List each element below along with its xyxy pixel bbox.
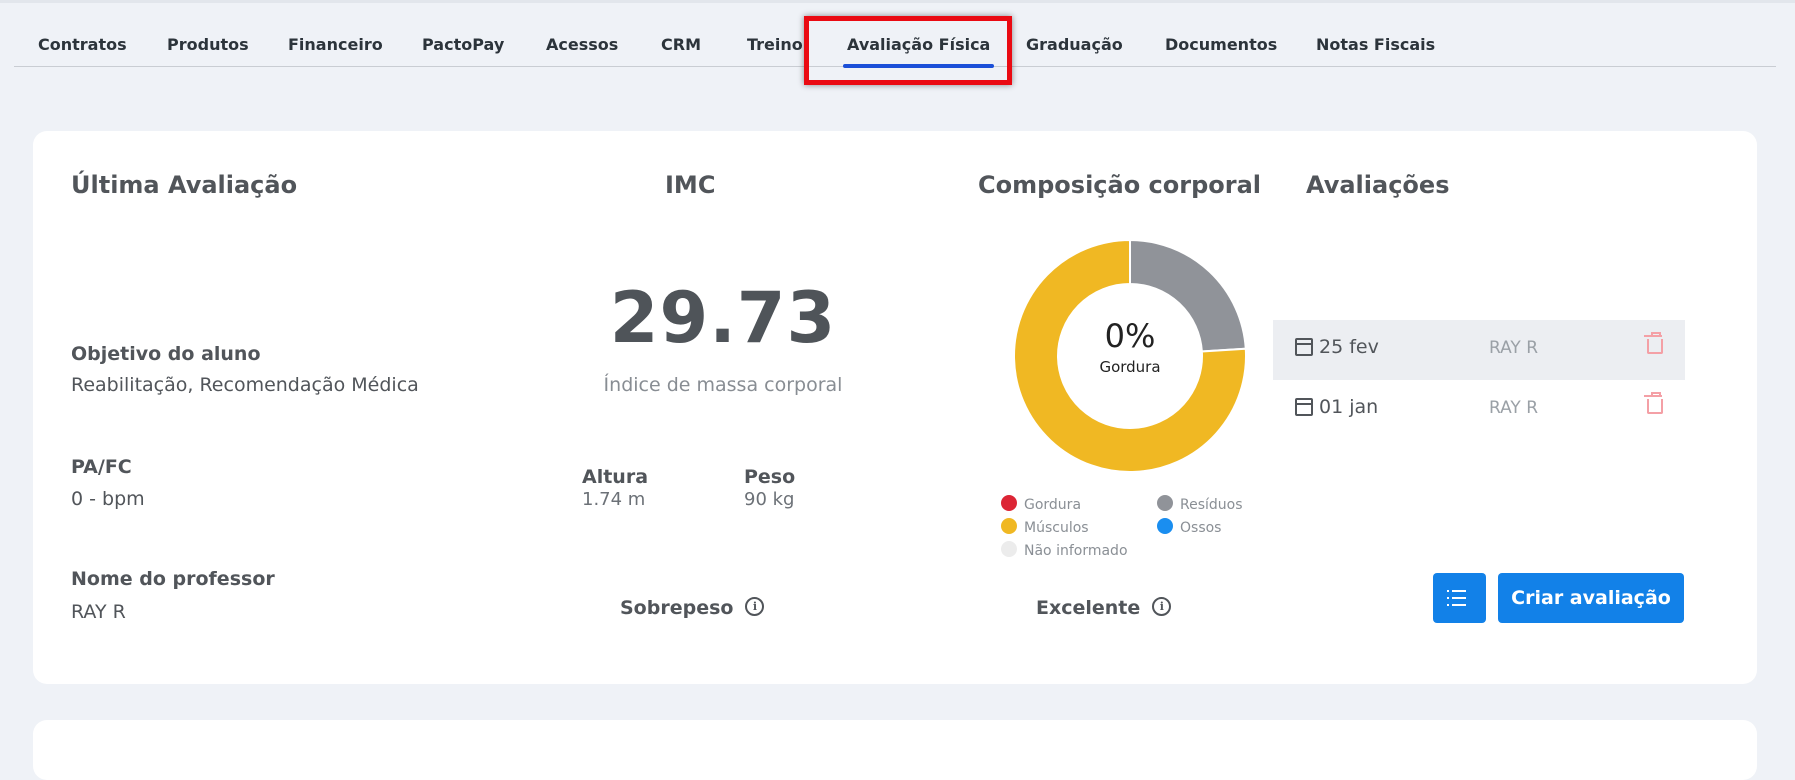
top-border	[0, 0, 1795, 3]
evaluations-title: Avaliações	[1306, 171, 1450, 199]
imc-title: IMC	[665, 171, 716, 199]
pafc-value: 0 - bpm	[71, 488, 145, 510]
weight-label: Peso	[744, 466, 796, 488]
tab-contratos[interactable]: Contratos	[38, 22, 127, 66]
last-evaluation-title: Última Avaliação	[71, 171, 298, 199]
tab-treino[interactable]: Treino	[747, 22, 803, 66]
legend-ossos[interactable]: Ossos	[1157, 518, 1221, 536]
info-icon[interactable]: i	[745, 597, 765, 616]
weight-value: 90 kg	[744, 489, 795, 510]
legend-swatch	[1001, 541, 1017, 557]
legend-residuos[interactable]: Resíduos	[1157, 495, 1243, 513]
imc-status: Sobrepeso i	[620, 597, 765, 619]
bmi-subtitle: Índice de massa corporal	[603, 374, 843, 396]
evaluation-row[interactable]: 01 jan RAY R	[1273, 380, 1685, 440]
teacher-label: Nome do professor	[71, 568, 275, 590]
legend-musculos[interactable]: Músculos	[1001, 518, 1089, 536]
goal-label: Objetivo do aluno	[71, 343, 261, 365]
tab-crm[interactable]: CRM	[661, 22, 701, 66]
tab-financeiro[interactable]: Financeiro	[288, 22, 383, 66]
evaluation-professor: RAY R	[1489, 398, 1539, 418]
composition-title: Composição corporal	[978, 171, 1262, 199]
info-icon[interactable]: i	[1152, 597, 1172, 616]
evaluation-row[interactable]: 25 fev RAY R	[1273, 320, 1685, 380]
evaluation-date: 25 fev	[1319, 336, 1379, 358]
donut-center-value: 0%	[1104, 317, 1156, 355]
composition-donut-chart	[1013, 238, 1247, 473]
teacher-value: RAY R	[71, 601, 126, 623]
height-value: 1.74 m	[582, 489, 646, 510]
goal-value: Reabilitação, Recomendação Médica	[71, 374, 419, 396]
list-icon	[1447, 590, 1466, 592]
legend-swatch	[1001, 495, 1017, 511]
donut-center-label: Gordura	[1099, 358, 1161, 376]
legend-swatch	[1001, 518, 1017, 534]
highlight-box	[804, 16, 1012, 85]
calendar-icon	[1295, 398, 1313, 416]
height-label: Altura	[582, 466, 649, 488]
tab-acessos[interactable]: Acessos	[546, 22, 618, 66]
evaluation-professor: RAY R	[1489, 338, 1539, 358]
legend-swatch	[1157, 495, 1173, 511]
tab-documentos[interactable]: Documentos	[1165, 22, 1277, 66]
evaluation-card: Última Avaliação Objetivo do aluno Reabi…	[33, 131, 1757, 684]
evaluation-date: 01 jan	[1319, 396, 1379, 418]
tab-produtos[interactable]: Produtos	[167, 22, 249, 66]
composition-status-text: Excelente	[1036, 597, 1141, 619]
tab-notas-fiscais[interactable]: Notas Fiscais	[1316, 22, 1435, 66]
composition-status: Excelente i	[1036, 597, 1172, 619]
pafc-label: PA/FC	[71, 456, 132, 478]
legend-swatch	[1157, 518, 1173, 534]
trash-icon[interactable]	[1644, 392, 1663, 414]
tab-pactopay[interactable]: PactoPay	[422, 22, 504, 66]
trash-icon[interactable]	[1644, 332, 1663, 354]
tab-graduacao[interactable]: Graduação	[1026, 22, 1123, 66]
legend-gordura[interactable]: Gordura	[1001, 495, 1081, 513]
imc-status-text: Sobrepeso	[620, 597, 734, 619]
calendar-icon	[1295, 338, 1313, 356]
next-card	[33, 720, 1757, 780]
bmi-value: 29.73	[609, 277, 837, 359]
create-evaluation-button[interactable]: Criar avaliação	[1498, 573, 1684, 623]
list-view-button[interactable]	[1433, 573, 1486, 623]
legend-nao-informado[interactable]: Não informado	[1001, 541, 1128, 559]
